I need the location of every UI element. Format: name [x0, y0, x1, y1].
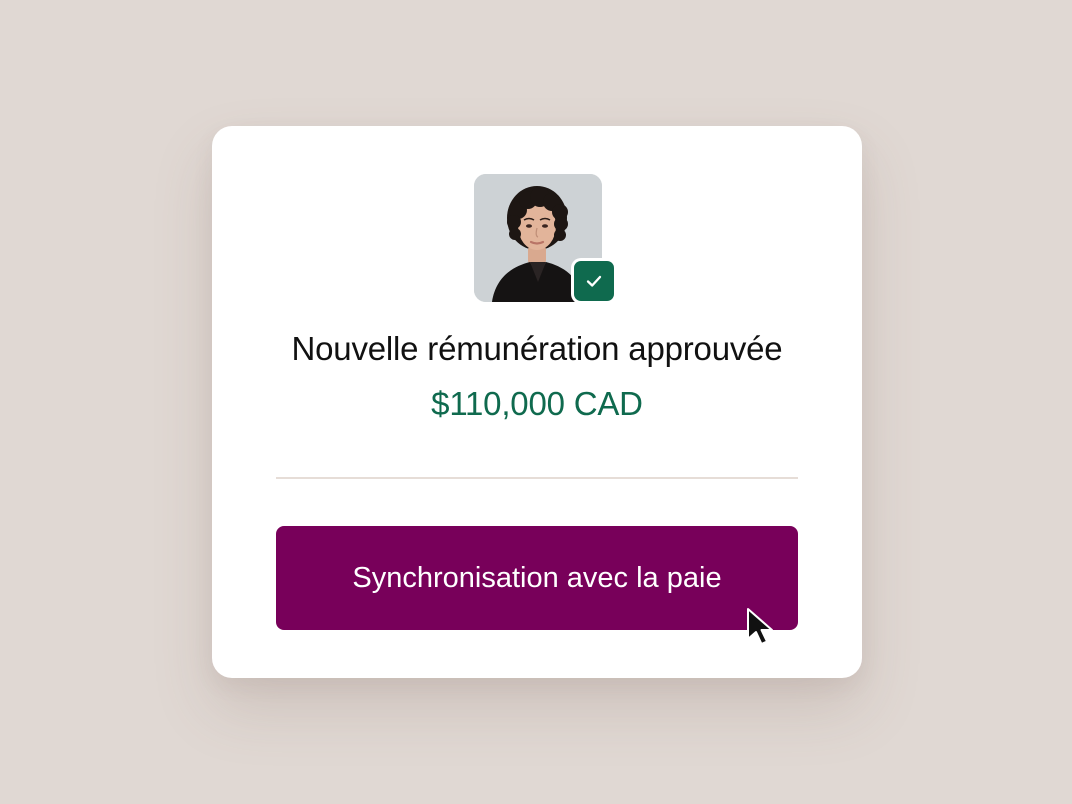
approved-badge	[571, 258, 617, 304]
cursor-icon	[747, 608, 773, 645]
card-title: Nouvelle rémunération approuvée	[291, 330, 783, 367]
employee-avatar-wrapper	[474, 174, 617, 304]
sync-payroll-button[interactable]: Synchronisation avec la paie	[276, 526, 798, 630]
approved-badge-fill	[574, 261, 614, 301]
compensation-card: Nouvelle rémunération approuvée $110,000…	[212, 126, 862, 678]
divider	[276, 477, 798, 479]
check-icon	[586, 275, 602, 287]
compensation-amount: $110,000 CAD	[431, 385, 643, 422]
